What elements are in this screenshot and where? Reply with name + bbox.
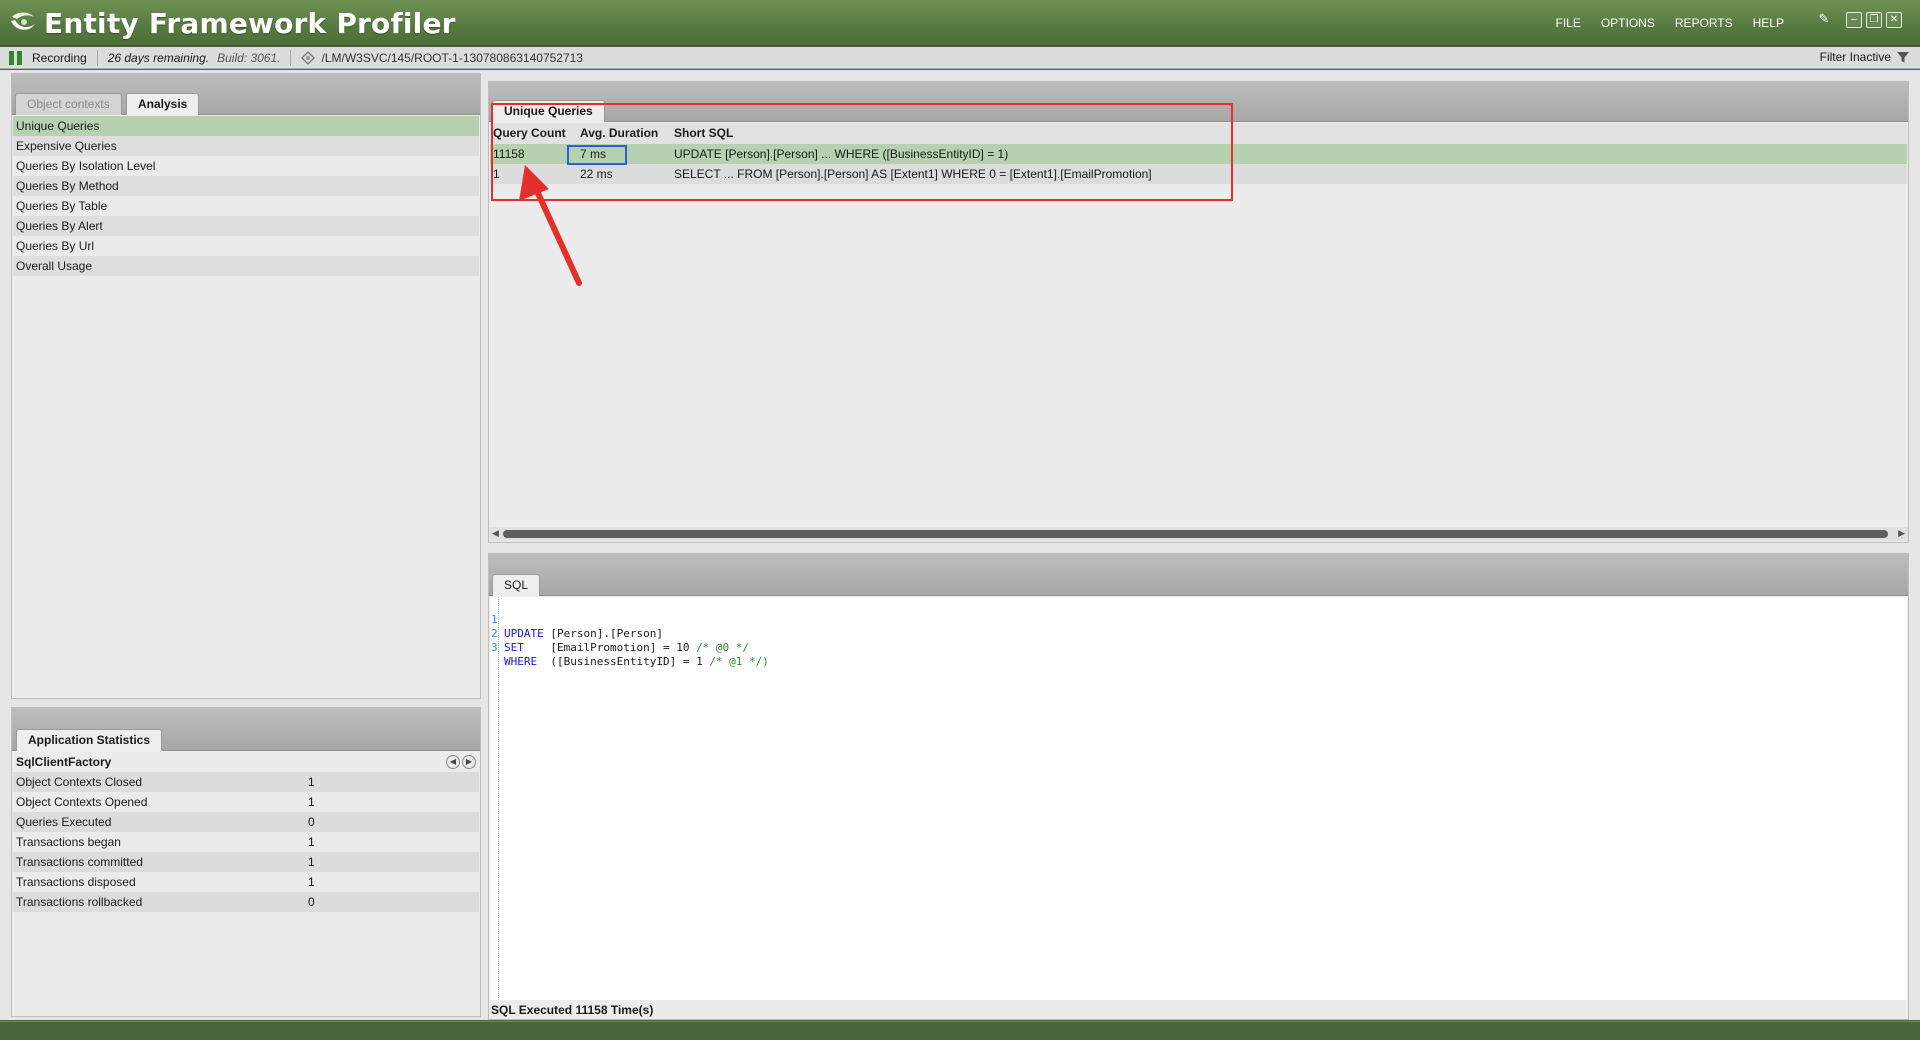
stat-label: Transactions disposed (16, 875, 136, 889)
application-statistics-tabs: Application Statistics (12, 708, 480, 751)
filter-label: Filter Inactive (1819, 50, 1891, 64)
analysis-panel-tabs: Object contexts Analysis (12, 74, 480, 115)
sql-keyword: WHERE (504, 655, 538, 668)
filter-toggle[interactable]: Filter Inactive (1820, 50, 1910, 64)
stat-value: 1 (308, 795, 315, 809)
minimize-button[interactable]: – (1846, 12, 1862, 28)
nav-queries-by-url[interactable]: Queries By Url (13, 236, 479, 256)
separator (96, 49, 98, 66)
workspace: Object contexts Analysis Unique Queries … (0, 70, 1920, 1020)
highlight-avg-duration (567, 145, 627, 165)
analysis-panel: Object contexts Analysis Unique Queries … (11, 73, 481, 699)
horizontal-scrollbar[interactable]: ◀ ▶ (489, 527, 1908, 541)
sql-line: 2 SET [EmailPromotion] = 10 /* @0 */ (490, 613, 749, 654)
stat-label: Queries Executed (16, 815, 112, 829)
window-controls: ✎ – ❐ ✕ (1816, 12, 1902, 28)
stat-label: Object Contexts Closed (16, 775, 143, 789)
nav-expensive-queries[interactable]: Expensive Queries (13, 136, 479, 156)
sql-text: [EmailPromotion] = 10 (523, 641, 697, 654)
stat-value: 1 (308, 855, 315, 869)
stat-value: 0 (308, 895, 315, 909)
scrollbar-thumb[interactable] (503, 530, 1888, 538)
stat-label: Transactions committed (16, 855, 143, 869)
factory-name: SqlClientFactory (16, 755, 112, 769)
menu-reports[interactable]: REPORTS (1675, 16, 1733, 30)
tab-analysis[interactable]: Analysis (126, 93, 200, 115)
nav-queries-by-method[interactable]: Queries By Method (13, 176, 479, 196)
menu-file[interactable]: FILE (1555, 16, 1580, 30)
tab-sql[interactable]: SQL (492, 574, 541, 596)
separator (290, 49, 292, 66)
application-path: /LM/W3SVC/145/ROOT-1-130780863140752713 (321, 50, 583, 65)
sql-comment: /* @0 */ (696, 641, 750, 654)
nav-overall-usage[interactable]: Overall Usage (13, 256, 479, 276)
stat-value: 1 (308, 875, 315, 889)
nav-queries-by-isolation-level[interactable]: Queries By Isolation Level (13, 156, 479, 176)
sql-line: 1 UPDATE [Person].[Person] (490, 599, 663, 640)
annotation-arrow (519, 165, 582, 286)
status-bar: Recording 26 days remaining. Build: 3061… (0, 47, 1920, 69)
stat-row: Transactions rollbacked 0 (13, 892, 479, 912)
statistics-rows: Object Contexts Closed 1 Object Contexts … (13, 772, 479, 912)
scroll-right-icon[interactable]: ▶ (1898, 528, 1905, 539)
statistics-list: SqlClientFactory ◀ ▶ Object Contexts Clo… (13, 752, 479, 912)
sql-editor[interactable]: 1 UPDATE [Person].[Person] 2 SET [EmailP… (490, 597, 1907, 1000)
scroll-left-icon[interactable]: ◀ (492, 528, 499, 539)
line-number: 3 (491, 641, 498, 654)
sql-code: WHERE ([BusinessEntityID] = 1 /* @1 */) (504, 655, 769, 669)
sql-panel: SQL 1 UPDATE [Person].[Person] 2 SET [Em… (488, 553, 1909, 1020)
app-logo-icon (11, 12, 35, 30)
sql-executed-count: SQL Executed 11158 Time(s) (491, 1003, 654, 1017)
tab-object-contexts[interactable]: Object contexts (15, 93, 122, 115)
edit-icon[interactable]: ✎ (1816, 12, 1832, 28)
sql-line: 3 WHERE ([BusinessEntityID] = 1 /* @1 */… (490, 627, 769, 668)
sql-panel-tabs: SQL (489, 554, 1908, 596)
menu-help[interactable]: HELP (1753, 16, 1784, 30)
stat-row: Object Contexts Opened 1 (13, 792, 479, 812)
factory-navigation: ◀ ▶ (446, 755, 476, 769)
app-title: Entity Framework Profiler (44, 7, 456, 40)
pause-recording-icon[interactable] (9, 50, 23, 65)
restore-button[interactable]: ❐ (1866, 12, 1882, 28)
recording-label: Recording (32, 50, 87, 65)
tab-application-statistics[interactable]: Application Statistics (16, 729, 163, 751)
application-statistics-panel: Application Statistics SqlClientFactory … (11, 707, 481, 1017)
stat-label: Transactions began (16, 835, 121, 849)
sql-comment: /* @1 */) (709, 655, 769, 668)
stat-value: 1 (308, 835, 315, 849)
trial-remaining: 26 days remaining. (107, 50, 210, 65)
window-bottom-edge (0, 1021, 1920, 1040)
previous-factory-icon[interactable]: ◀ (446, 755, 460, 769)
stat-value: 1 (308, 775, 315, 789)
analysis-nav-list: Unique Queries Expensive Queries Queries… (13, 116, 479, 276)
sql-text: [Person].[Person] (543, 627, 663, 640)
application-path-icon (301, 50, 316, 65)
title-bar: Entity Framework Profiler FILE OPTIONS R… (0, 0, 1920, 46)
stat-row: Transactions began 1 (13, 832, 479, 852)
sql-text: ([BusinessEntityID] = 1 (537, 655, 710, 668)
nav-queries-by-alert[interactable]: Queries By Alert (13, 216, 479, 236)
filter-icon (1897, 52, 1909, 63)
stat-row: Transactions disposed 1 (13, 872, 479, 892)
stat-row: Queries Executed 0 (13, 812, 479, 832)
stat-label: Object Contexts Opened (16, 795, 148, 809)
stat-value: 0 (308, 815, 315, 829)
build-number: Build: 3061. (217, 50, 281, 65)
statistics-factory-header: SqlClientFactory ◀ ▶ (13, 752, 479, 772)
menu-options[interactable]: OPTIONS (1601, 16, 1655, 30)
stat-label: Transactions rollbacked (16, 895, 143, 909)
main-menu: FILE OPTIONS REPORTS HELP (1555, 16, 1784, 30)
stat-row: Object Contexts Closed 1 (13, 772, 479, 792)
nav-unique-queries[interactable]: Unique Queries (13, 116, 479, 136)
next-factory-icon[interactable]: ▶ (462, 755, 476, 769)
stat-row: Transactions committed 1 (13, 852, 479, 872)
nav-queries-by-table[interactable]: Queries By Table (13, 196, 479, 216)
close-button[interactable]: ✕ (1886, 12, 1902, 28)
